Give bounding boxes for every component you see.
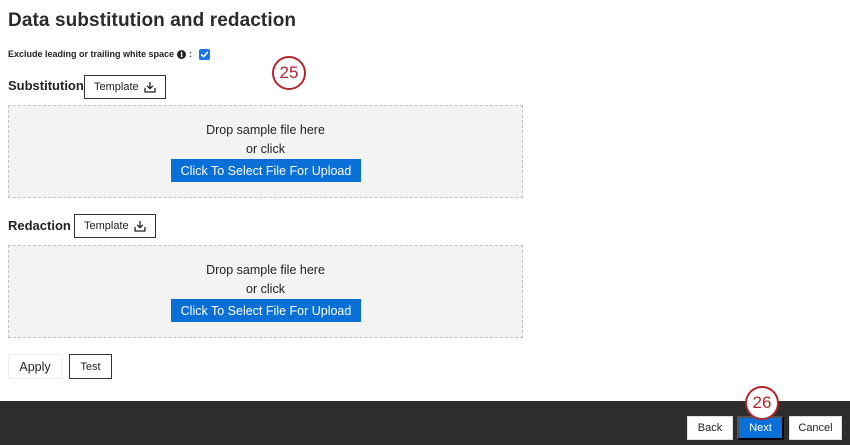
download-tray-icon bbox=[133, 220, 146, 232]
checkmark-icon bbox=[200, 51, 209, 57]
redaction-template-button[interactable]: Template bbox=[74, 214, 156, 238]
exclude-whitespace-label: Exclude leading or trailing white space bbox=[8, 49, 175, 59]
redaction-label: Redaction bbox=[8, 218, 71, 233]
download-tray-icon bbox=[143, 81, 156, 93]
step-callout-26: 26 bbox=[745, 386, 779, 420]
redaction-drop-text: Drop sample file here bbox=[206, 263, 325, 277]
redaction-dropzone[interactable]: Drop sample file here or click Click To … bbox=[8, 245, 523, 338]
exclude-whitespace-checkbox[interactable] bbox=[199, 48, 211, 60]
substitution-template-label: Template bbox=[94, 81, 139, 93]
info-icon[interactable]: i bbox=[177, 49, 187, 59]
step-callout-25: 25 bbox=[272, 56, 306, 90]
page-title: Data substitution and redaction bbox=[8, 10, 297, 31]
test-button[interactable]: Test bbox=[69, 354, 112, 379]
apply-button[interactable]: Apply bbox=[8, 354, 62, 379]
exclude-whitespace-colon: : bbox=[189, 49, 193, 59]
back-button[interactable]: Back bbox=[687, 416, 733, 440]
exclude-whitespace-option: Exclude leading or trailing white space … bbox=[8, 48, 211, 60]
redaction-upload-button[interactable]: Click To Select File For Upload bbox=[171, 299, 361, 322]
substitution-or-text: or click bbox=[246, 142, 285, 156]
substitution-label: Substitution bbox=[8, 78, 84, 93]
substitution-template-button[interactable]: Template bbox=[84, 75, 166, 99]
cancel-button[interactable]: Cancel bbox=[789, 416, 842, 440]
redaction-template-label: Template bbox=[84, 220, 129, 232]
substitution-drop-text: Drop sample file here bbox=[206, 123, 325, 137]
substitution-dropzone[interactable]: Drop sample file here or click Click To … bbox=[8, 105, 523, 198]
redaction-or-text: or click bbox=[246, 282, 285, 296]
substitution-upload-button[interactable]: Click To Select File For Upload bbox=[171, 159, 361, 182]
